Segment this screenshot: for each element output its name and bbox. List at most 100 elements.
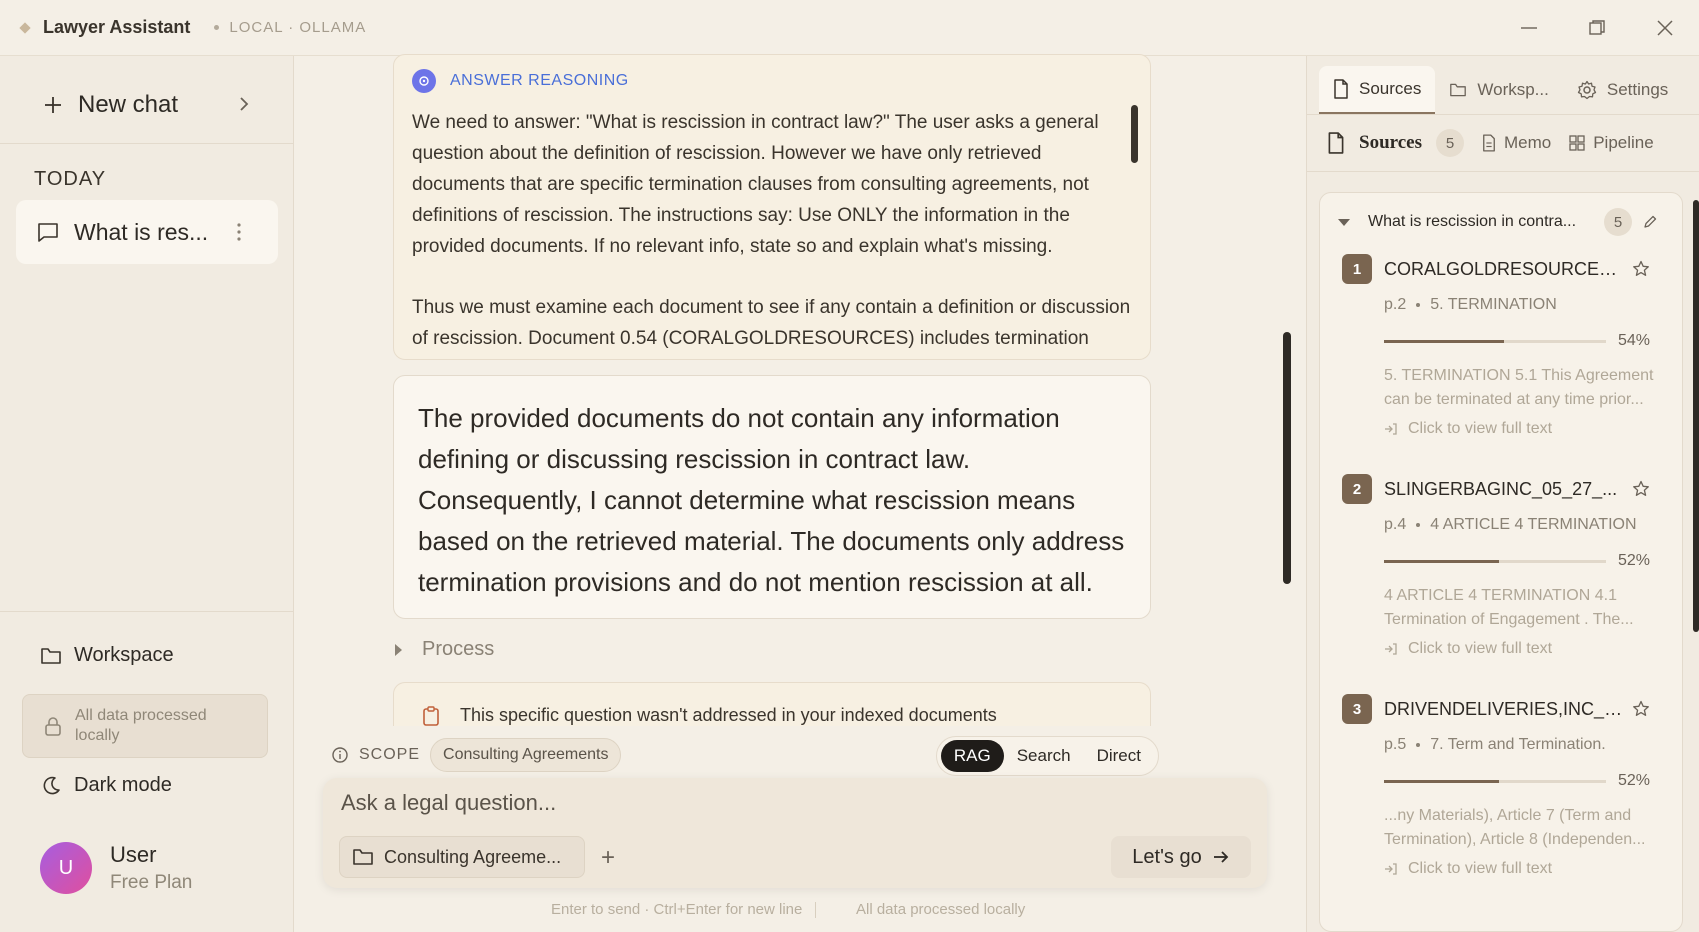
mode-direct-button[interactable]: Direct: [1084, 740, 1154, 772]
keyboard-hint: Enter to send · Ctrl+Enter for new line: [551, 901, 803, 918]
pencil-icon[interactable]: [1642, 214, 1658, 230]
dark-mode-toggle[interactable]: Dark mode: [40, 774, 172, 797]
source-item[interactable]: 1 CORALGOLDRESOURCES,... p.2 5. TERMINATI…: [1342, 254, 1662, 438]
close-icon: [1657, 20, 1673, 36]
tab-workspace[interactable]: Worksp...: [1435, 66, 1562, 114]
source-name: SLINGERBAGINC_05_27_...: [1384, 478, 1618, 499]
scope-label: SCOPE: [359, 746, 421, 763]
reasoning-title: ANSWER REASONING: [450, 72, 629, 89]
sources-panel: Sources Worksp... Settings Sources 5 Mem…: [1306, 56, 1699, 932]
clipboard-icon: [423, 706, 439, 726]
divider: [815, 902, 816, 918]
source-number-badge: 1: [1342, 254, 1372, 284]
environment-label: LOCAL · OLLAMA: [229, 19, 367, 36]
reasoning-icon: [412, 69, 436, 93]
lock-icon: [45, 717, 61, 736]
subtab-sources[interactable]: Sources 5: [1327, 129, 1464, 157]
expand-icon: [1385, 863, 1397, 875]
process-label: Process: [422, 638, 495, 660]
submit-button[interactable]: Let's go: [1111, 836, 1251, 878]
reasoning-text: We need to answer: "What is rescission i…: [412, 107, 1132, 359]
sources-count-badge: 5: [1435, 129, 1464, 157]
relevance-bar-fill: [1384, 779, 1500, 783]
chat-item-label: What is res...: [74, 218, 209, 245]
mode-rag-button[interactable]: RAG: [940, 740, 1004, 772]
reasoning-paragraph: Thus we must examine each document to se…: [412, 297, 1131, 349]
source-number-badge: 2: [1342, 474, 1372, 504]
reasoning-paragraph: We need to answer: "What is rescission i…: [412, 112, 1099, 257]
tab-label: Worksp...: [1477, 80, 1549, 99]
source-snippet: 5. TERMINATION 5.1 This Agreement can be…: [1384, 367, 1654, 408]
chevron-right-icon[interactable]: [234, 94, 254, 114]
source-meta: p.5 7. Term and Termination.: [1384, 736, 1606, 753]
folder-scope-chip[interactable]: Consulting Agreeme...: [339, 836, 585, 878]
source-number-badge: 3: [1342, 694, 1372, 724]
minimize-button[interactable]: [1495, 0, 1563, 56]
view-full-text-link[interactable]: Click to view full text: [1384, 860, 1662, 878]
mode-search-button[interactable]: Search: [1004, 740, 1084, 772]
chat-list-item[interactable]: What is res...: [16, 200, 278, 264]
relevance-percent: 54%: [1618, 332, 1651, 349]
tab-sources[interactable]: Sources: [1319, 66, 1436, 114]
document-icon: [1334, 79, 1348, 99]
chat-main: ANSWER REASONING We need to answer: "Wha…: [295, 54, 1305, 932]
avatar: U: [40, 842, 92, 894]
answer-message: The provided documents do not contain an…: [393, 375, 1151, 619]
star-icon[interactable]: [1632, 260, 1650, 278]
relevance-bar: [1384, 339, 1606, 343]
submit-label: Let's go: [1132, 845, 1202, 868]
star-icon[interactable]: [1632, 700, 1650, 718]
process-toggle[interactable]: Process: [395, 638, 494, 661]
local-footer-note: All data processed locally: [856, 901, 1026, 918]
reasoning-scrollbar[interactable]: [1131, 105, 1138, 163]
query-label: What is rescission in contra...: [1368, 213, 1577, 230]
more-vertical-icon[interactable]: [236, 222, 242, 242]
local-processing-notice: All data processed locally: [22, 694, 268, 758]
user-profile[interactable]: U User Free Plan: [40, 842, 192, 894]
source-name: DRIVENDELIVERIES,INC_0...: [1384, 698, 1624, 719]
arrow-right-icon: [1213, 851, 1228, 863]
section-header-today: TODAY: [34, 168, 107, 190]
divider: [0, 143, 294, 144]
notice-card: This specific question wasn't addressed …: [393, 682, 1151, 726]
folder-icon: [353, 849, 373, 865]
subtab-pipeline[interactable]: Pipeline: [1569, 133, 1654, 153]
tab-label: Settings: [1606, 80, 1669, 99]
dark-mode-label: Dark mode: [74, 774, 172, 796]
scope-chip[interactable]: Consulting Agreements: [430, 738, 622, 772]
tab-settings[interactable]: Settings: [1563, 66, 1682, 114]
user-name: User: [110, 842, 157, 867]
source-meta: p.2 5. TERMINATION: [1384, 296, 1557, 313]
source-snippet: 4 ARTICLE 4 TERMINATION 4.1 Termination …: [1384, 587, 1634, 628]
star-icon[interactable]: [1632, 480, 1650, 498]
maximize-button[interactable]: [1563, 0, 1631, 56]
relevance-bar-fill: [1384, 559, 1500, 563]
chat-scrollbar[interactable]: [1283, 332, 1291, 584]
view-full-text-link[interactable]: Click to view full text: [1384, 640, 1662, 658]
view-full-text-link[interactable]: Click to view full text: [1384, 420, 1662, 438]
query-group-header[interactable]: What is rescission in contra... 5: [1330, 199, 1670, 245]
local-notice-text: All data processed locally: [75, 707, 207, 744]
new-chat-label: New chat: [78, 91, 179, 118]
source-snippet: ...ny Materials), Article 7 (Term and Te…: [1384, 807, 1646, 848]
source-item[interactable]: 2 SLINGERBAGINC_05_27_... p.4 4 ARTICLE 4…: [1342, 474, 1662, 658]
sources-scrollbar[interactable]: [1693, 200, 1699, 632]
sources-list: What is rescission in contra... 5 1 CORA…: [1319, 192, 1683, 932]
close-button[interactable]: [1631, 0, 1699, 56]
source-item[interactable]: 3 DRIVENDELIVERIES,INC_0... p.5 7. Term a…: [1342, 694, 1662, 878]
app-title: Lawyer Assistant: [43, 17, 191, 37]
subtab-memo[interactable]: Memo: [1482, 133, 1551, 153]
gear-icon: [1577, 80, 1597, 100]
sidebar: New chat TODAY What is res... Workspace …: [0, 56, 294, 932]
folder-chip-label: Consulting Agreeme...: [384, 846, 562, 867]
panel-tabs: Sources Worksp... Settings: [1319, 66, 1682, 114]
document-icon: [1328, 132, 1344, 154]
notice-text: This specific question wasn't addressed …: [460, 705, 997, 725]
workspace-link[interactable]: Workspace: [40, 644, 174, 667]
question-input[interactable]: [341, 788, 1241, 818]
new-chat-button[interactable]: New chat: [16, 76, 278, 134]
reasoning-card[interactable]: ANSWER REASONING We need to answer: "Wha…: [393, 54, 1151, 360]
scope-bar: SCOPE Consulting Agreements RAG Search D…: [331, 732, 1159, 778]
user-plan: Free Plan: [110, 872, 193, 893]
add-attachment-button[interactable]: +: [601, 844, 615, 872]
